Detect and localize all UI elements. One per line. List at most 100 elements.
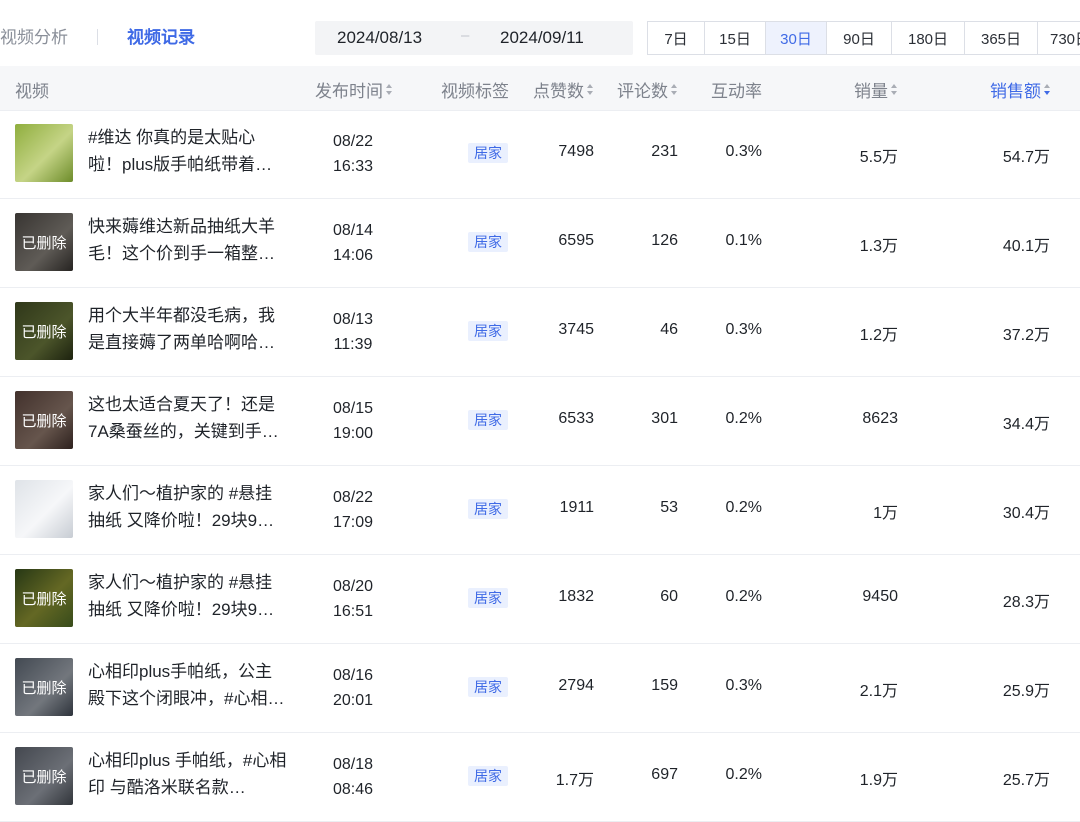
video-thumbnail[interactable]: 已删除 bbox=[15, 658, 73, 716]
period-button[interactable]: 15日 bbox=[704, 21, 766, 55]
publish-date: 08/18 bbox=[332, 756, 374, 773]
interaction-rate: 0.1% bbox=[725, 232, 762, 249]
video-tag: 居家 bbox=[468, 766, 508, 786]
deleted-badge: 已删除 bbox=[15, 391, 73, 449]
table-row[interactable]: #维达 你真的是太贴心啦！plus版手帕纸带着… 08/22 16:33 居家 7498… bbox=[0, 110, 1080, 199]
video-title[interactable]: 心相印plus 手帕纸，#心相印 与酷洛米联名款… bbox=[88, 747, 288, 801]
interaction-rate: 0.2% bbox=[725, 410, 762, 427]
table-row[interactable]: 已删除这也太适合夏天了！还是7A桑蚕丝的，关键到手8… 08/15 19:00 居家 6… bbox=[0, 377, 1080, 466]
period-button[interactable]: 365日 bbox=[964, 21, 1038, 55]
interaction-rate: 0.2% bbox=[725, 766, 762, 783]
publish-time: 08/18 08:46 bbox=[313, 752, 393, 802]
sales-volume: 2.1万 bbox=[859, 683, 898, 700]
deleted-badge: 已删除 bbox=[15, 302, 73, 360]
likes-count: 1.7万 bbox=[555, 772, 594, 789]
date-range-picker[interactable]: 2024/08/13 – 2024/09/11 bbox=[315, 21, 633, 55]
deleted-badge: 已删除 bbox=[15, 213, 73, 271]
sales-volume: 9450 bbox=[862, 588, 898, 605]
col-sales-volume[interactable]: 销量 bbox=[854, 77, 898, 102]
sort-icon[interactable] bbox=[891, 83, 898, 96]
video-thumbnail[interactable]: 已删除 bbox=[15, 302, 73, 360]
publish-time: 08/20 16:51 bbox=[313, 574, 393, 624]
sort-icon[interactable] bbox=[386, 83, 393, 96]
sales-volume: 1.3万 bbox=[859, 238, 898, 255]
publish-date: 08/20 bbox=[332, 578, 374, 595]
period-button[interactable]: 180日 bbox=[891, 21, 965, 55]
publish-clock: 08:46 bbox=[332, 781, 374, 798]
video-title[interactable]: 心相印plus手帕纸，公主殿下这个闭眼冲，#心相… bbox=[88, 658, 288, 712]
video-title[interactable]: 快来薅维达新品抽纸大羊毛！这个价到手一箱整… bbox=[88, 213, 288, 267]
video-thumbnail[interactable]: 已删除 bbox=[15, 747, 73, 805]
sort-icon[interactable] bbox=[671, 83, 678, 96]
period-button[interactable]: 90日 bbox=[826, 21, 892, 55]
interaction-rate: 0.2% bbox=[725, 499, 762, 516]
publish-time: 08/22 16:33 bbox=[313, 129, 393, 179]
video-title[interactable]: 家人们～植护家的 #悬挂抽纸 又降价啦！29块9… bbox=[88, 480, 288, 534]
publish-time: 08/16 20:01 bbox=[313, 663, 393, 713]
sales-volume: 8623 bbox=[862, 410, 898, 427]
interaction-rate: 0.3% bbox=[725, 143, 762, 160]
publish-clock: 20:01 bbox=[332, 692, 374, 709]
comments-count: 126 bbox=[651, 232, 678, 249]
table-row[interactable]: 已删除 心相印plus手帕纸，公主殿下这个闭眼冲，#心相… 08/16 20:01 居家… bbox=[0, 644, 1080, 733]
sales-volume: 1.2万 bbox=[859, 327, 898, 344]
period-button[interactable]: 30日 bbox=[765, 21, 827, 55]
col-likes[interactable]: 点赞数 bbox=[533, 77, 594, 102]
sort-icon[interactable] bbox=[1044, 83, 1051, 96]
sales-amount: 54.7万 bbox=[1002, 149, 1050, 166]
tab-divider bbox=[97, 29, 98, 45]
sales-amount: 25.7万 bbox=[1002, 772, 1050, 789]
period-selector: 7日15日30日90日180日365日730日 bbox=[647, 21, 1080, 55]
period-button[interactable]: 7日 bbox=[647, 21, 705, 55]
comments-count: 697 bbox=[651, 766, 678, 783]
publish-date: 08/22 bbox=[332, 133, 374, 150]
date-end[interactable]: 2024/09/11 bbox=[500, 28, 584, 48]
video-thumbnail[interactable]: 已删除 bbox=[15, 569, 73, 627]
sort-icon[interactable] bbox=[587, 83, 594, 96]
comments-count: 60 bbox=[660, 588, 678, 605]
video-title[interactable]: 这也太适合夏天了！还是7A桑蚕丝的，关键到手8… bbox=[88, 391, 288, 445]
comments-count: 231 bbox=[651, 143, 678, 160]
likes-count: 7498 bbox=[558, 143, 594, 160]
video-thumbnail[interactable]: 已删除 bbox=[15, 213, 73, 271]
col-sales-amount[interactable]: 销售额 bbox=[990, 77, 1051, 102]
video-tag: 居家 bbox=[468, 677, 508, 697]
table-row[interactable]: 已删除 快来薅维达新品抽纸大羊毛！这个价到手一箱整… 08/14 14:06 居家 659… bbox=[0, 199, 1080, 288]
table-row[interactable]: 已删除 用个大半年都没毛病，我是直接薅了两单哈啊哈… 08/13 11:39 居家 374… bbox=[0, 288, 1080, 377]
likes-count: 1911 bbox=[559, 499, 594, 516]
table-row[interactable]: 已删除 心相印plus 手帕纸，#心相印 与酷洛米联名款… 08/18 08:46 居家… bbox=[0, 733, 1080, 822]
table-row[interactable]: 家人们～植护家的 #悬挂抽纸 又降价啦！29块9… 08/22 17:09 居家 191… bbox=[0, 466, 1080, 555]
video-tag: 居家 bbox=[468, 143, 508, 163]
video-title[interactable]: #维达 你真的是太贴心啦！plus版手帕纸带着… bbox=[88, 124, 288, 178]
video-thumbnail[interactable] bbox=[15, 480, 73, 538]
video-tag: 居家 bbox=[468, 410, 508, 430]
video-thumbnail[interactable] bbox=[15, 124, 73, 182]
table-row[interactable]: 已删除 家人们～植护家的 #悬挂抽纸 又降价啦！29块9… 08/20 16:51 居家… bbox=[0, 555, 1080, 644]
interaction-rate: 0.3% bbox=[725, 321, 762, 338]
video-title[interactable]: 家人们～植护家的 #悬挂抽纸 又降价啦！29块9… bbox=[88, 569, 288, 623]
col-tag: 视频标签 bbox=[441, 82, 509, 101]
table-header: 视频 发布时间 视频标签 点赞数 评论数 互动率 销量 销售额 bbox=[0, 66, 1080, 111]
period-button[interactable]: 730日 bbox=[1037, 21, 1080, 55]
comments-count: 53 bbox=[660, 499, 678, 516]
video-thumbnail[interactable]: 已删除 bbox=[15, 391, 73, 449]
col-video: 视频 bbox=[15, 82, 49, 101]
video-title[interactable]: 用个大半年都没毛病，我是直接薅了两单哈啊哈… bbox=[88, 302, 288, 356]
sales-amount: 34.4万 bbox=[1002, 416, 1050, 433]
toolbar: 视频分析 视频记录 2024/08/13 – 2024/09/11 7日 15日 3… bbox=[0, 0, 1080, 66]
publish-date: 08/13 bbox=[332, 311, 374, 328]
publish-clock: 14:06 bbox=[332, 247, 374, 264]
col-publish-time[interactable]: 发布时间 bbox=[315, 77, 393, 102]
sales-amount: 25.9万 bbox=[1002, 683, 1050, 700]
sales-volume: 1.9万 bbox=[859, 772, 898, 789]
tab-video-records[interactable]: 视频记录 bbox=[127, 27, 195, 49]
publish-clock: 16:33 bbox=[332, 158, 374, 175]
publish-time: 08/13 11:39 bbox=[313, 307, 393, 357]
date-start[interactable]: 2024/08/13 bbox=[337, 28, 422, 48]
tab-video-analysis[interactable]: 视频分析 bbox=[0, 27, 68, 49]
publish-time: 08/15 19:00 bbox=[313, 396, 393, 446]
col-comments[interactable]: 评论数 bbox=[617, 77, 678, 102]
comments-count: 301 bbox=[651, 410, 678, 427]
publish-clock: 16:51 bbox=[332, 603, 374, 620]
deleted-badge: 已删除 bbox=[15, 747, 73, 805]
